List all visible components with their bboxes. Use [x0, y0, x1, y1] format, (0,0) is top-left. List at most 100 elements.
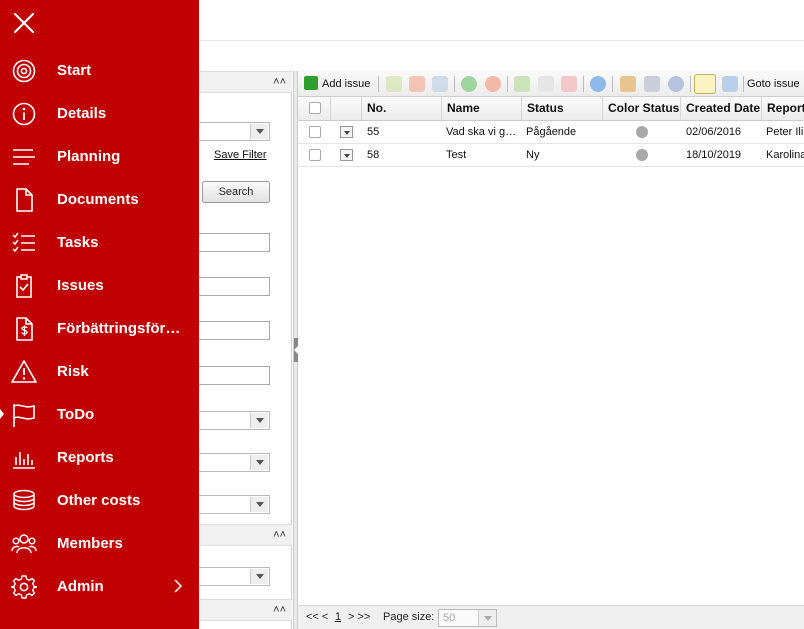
panel-section-header[interactable]: ˄˄: [199, 599, 292, 621]
menu-item-issues[interactable]: Issues: [0, 264, 199, 307]
filter-settings-icon[interactable]: [644, 76, 660, 92]
assign-icon[interactable]: [432, 76, 448, 92]
chevron-down-icon[interactable]: [250, 413, 268, 428]
add-icon[interactable]: [304, 76, 318, 90]
row-checkbox[interactable]: [309, 126, 321, 138]
columns-icon[interactable]: [620, 76, 636, 92]
active-item-marker: [0, 409, 4, 419]
menu-item-planning[interactable]: Planning: [0, 135, 199, 178]
delete-icon[interactable]: [409, 76, 425, 92]
cell-no: 58: [367, 149, 380, 161]
goto-issue-button[interactable]: Goto issue: [747, 75, 800, 93]
column-header-color-status[interactable]: Color Status: [603, 97, 681, 120]
panel-section-header[interactable]: ˄˄: [199, 524, 292, 546]
collapse-icon[interactable]: ˄˄: [273, 527, 286, 543]
close-icon[interactable]: [12, 11, 36, 35]
flag-icon: [13, 404, 35, 427]
email-icon[interactable]: [538, 76, 554, 92]
gear-icon: [11, 575, 37, 599]
table-row[interactable]: 58 Test Ny 18/10/2019 Karolina: [298, 144, 804, 167]
filter-field[interactable]: [199, 233, 270, 252]
table-row[interactable]: 55 Vad ska vi g… Pågående 02/06/2016 Pet…: [298, 121, 804, 144]
menu-item-start[interactable]: Start: [0, 49, 199, 92]
menu-item-risk[interactable]: Risk: [0, 350, 199, 393]
menu-item-forbattringsforslag[interactable]: Förbättringsför…: [0, 307, 199, 350]
people-icon: [11, 534, 37, 554]
menu-item-documents[interactable]: Documents: [0, 178, 199, 221]
target-icon: [12, 59, 36, 83]
chevron-down-icon[interactable]: [478, 610, 496, 626]
settings-icon[interactable]: [668, 76, 684, 92]
row-menu-dropdown[interactable]: [340, 149, 353, 161]
chart-view-icon[interactable]: [722, 76, 738, 92]
filter-field[interactable]: [199, 366, 270, 385]
menu-item-members[interactable]: Members: [0, 522, 199, 565]
filter-field[interactable]: [199, 321, 270, 340]
filter-select[interactable]: [199, 411, 270, 430]
menu-item-todo[interactable]: ToDo: [0, 393, 199, 436]
collapse-arrow-icon[interactable]: [294, 338, 298, 362]
grid-view-icon[interactable]: [694, 74, 716, 94]
pager-first-prev[interactable]: << <: [306, 611, 328, 623]
toolbar-separator: [507, 76, 508, 92]
menu-item-other-costs[interactable]: Other costs: [0, 479, 199, 522]
checklist-icon: [12, 232, 35, 253]
menu-item-label: Reports: [57, 449, 114, 466]
column-header-reporter[interactable]: Reporte: [762, 97, 804, 120]
pager-current-page[interactable]: 1: [335, 611, 341, 623]
cell-created-date: 02/06/2016: [686, 126, 742, 138]
menu-item-details[interactable]: Details: [0, 92, 199, 135]
menu-item-admin[interactable]: Admin: [0, 565, 199, 608]
toolbar-separator: [612, 76, 613, 92]
grid-toolbar: Add issue Goto issue: [298, 71, 804, 97]
filter-select[interactable]: [199, 567, 270, 586]
chevron-down-icon[interactable]: [250, 569, 268, 584]
chevron-down-icon[interactable]: [250, 124, 268, 139]
edit-icon[interactable]: [386, 76, 402, 92]
column-header-created-date[interactable]: Created Date: [681, 97, 762, 120]
save-filter-link[interactable]: Save Filter: [214, 149, 267, 161]
menu-item-label: Risk: [57, 363, 89, 380]
menu-item-label: Admin: [57, 578, 104, 595]
filter-panel-header[interactable]: ˄˄: [199, 71, 292, 93]
filter-select[interactable]: [199, 495, 270, 514]
reject-icon[interactable]: [485, 76, 501, 92]
chevron-right-icon[interactable]: [172, 579, 184, 593]
cell-name[interactable]: Vad ska vi g…: [441, 121, 521, 143]
chevron-down-icon[interactable]: [250, 455, 268, 470]
refresh-icon[interactable]: [590, 76, 606, 92]
search-button[interactable]: Search: [202, 181, 270, 203]
add-issue-button[interactable]: Add issue: [322, 75, 370, 93]
header-divider: [199, 40, 804, 41]
approve-icon[interactable]: [461, 76, 477, 92]
column-header-no[interactable]: No.: [362, 97, 442, 120]
document-icon: [16, 188, 33, 212]
export-icon[interactable]: [514, 76, 530, 92]
bar-chart-icon: [13, 452, 35, 469]
close-menu-button[interactable]: [12, 11, 36, 35]
row-checkbox[interactable]: [309, 149, 321, 161]
dollar-document-icon: [16, 317, 33, 341]
page-size-value: 50: [443, 612, 456, 624]
column-header-status[interactable]: Status: [522, 97, 603, 120]
cell-name[interactable]: Test: [441, 144, 521, 166]
pager-next-last[interactable]: > >>: [348, 611, 370, 623]
saved-filter-select[interactable]: [199, 122, 270, 141]
cell-no: 55: [367, 126, 380, 138]
filter-field[interactable]: [199, 277, 270, 296]
filter-select[interactable]: [199, 453, 270, 472]
menu-item-reports[interactable]: Reports: [0, 436, 199, 479]
menu-item-label: Start: [57, 62, 92, 79]
chevron-down-icon[interactable]: [250, 497, 268, 512]
pdf-icon[interactable]: [561, 76, 577, 92]
menu-item-label: Other costs: [57, 492, 141, 509]
collapse-icon[interactable]: ˄˄: [273, 602, 286, 618]
menu-item-label: Documents: [57, 191, 139, 208]
page-size-select[interactable]: 50: [438, 609, 497, 627]
menu-item-tasks[interactable]: Tasks: [0, 221, 199, 264]
collapse-icon[interactable]: ˄˄: [273, 74, 286, 90]
color-status-indicator: [636, 149, 648, 161]
row-menu-dropdown[interactable]: [340, 126, 353, 138]
lines-icon: [13, 149, 35, 165]
column-header-name[interactable]: Name: [442, 97, 522, 120]
